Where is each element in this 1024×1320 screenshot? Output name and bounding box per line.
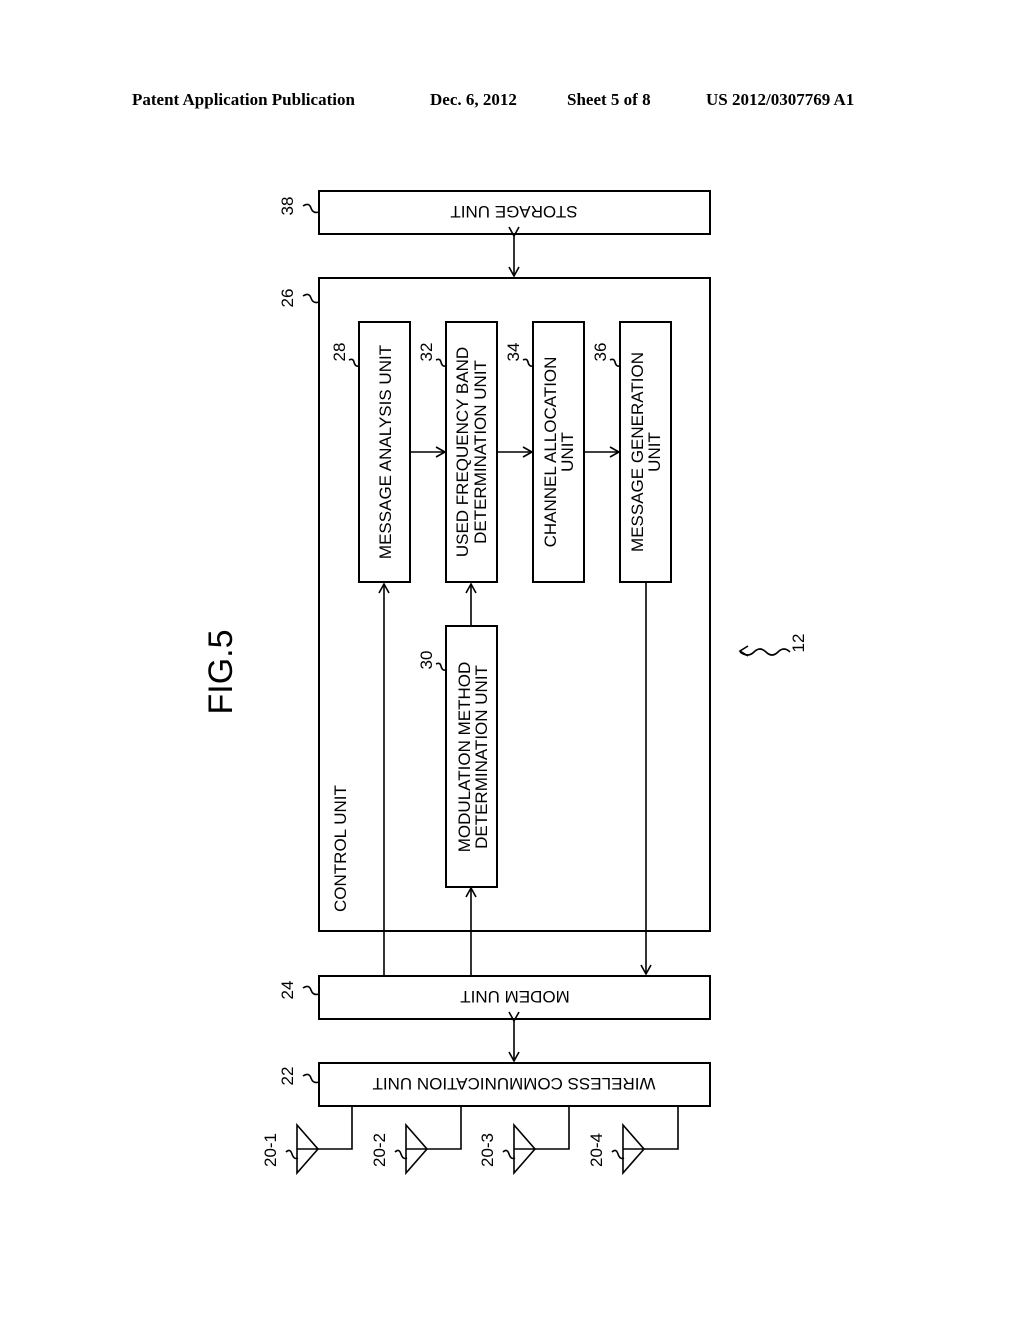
antenna-icon (296, 1122, 320, 1176)
modem-unit-block: MODEM UNIT (318, 975, 711, 1020)
storage-unit-label: STORAGE UNIT (450, 202, 577, 221)
modulation-method-label-line2: DETERMINATION UNIT (472, 665, 491, 849)
svg-text:20-4: 20-4 (587, 1133, 606, 1167)
svg-text:34: 34 (504, 343, 523, 362)
svg-text:12: 12 (789, 634, 808, 653)
svg-text:20-3: 20-3 (478, 1133, 497, 1167)
ref-38: 38 (278, 197, 320, 216)
antenna-icon (318, 1106, 353, 1150)
antenna-20-2: 20-2 (370, 1106, 462, 1176)
message-generation-label-line2: UNIT (645, 432, 664, 472)
storage-unit-block: STORAGE UNIT (318, 190, 711, 235)
channel-allocation-unit-block: CHANNEL ALLOCATION UNIT (532, 321, 585, 583)
antenna-20-4: 20-4 (587, 1106, 679, 1176)
antenna-20-3: 20-3 (478, 1106, 570, 1176)
message-analysis-unit-block: MESSAGE ANALYSIS UNIT (358, 321, 411, 583)
svg-text:20-2: 20-2 (370, 1133, 389, 1167)
used-frequency-band-determination-unit-block: USED FREQUENCY BAND DETERMINATION UNIT (445, 321, 498, 583)
used-frequency-band-label-line1: USED FREQUENCY BAND (453, 347, 472, 557)
antenna-20-1: 20-1 (261, 1106, 353, 1176)
svg-text:26: 26 (278, 289, 297, 308)
block-diagram: FIG.5 STORAGE UNIT 38 CONTROL UNIT 26 ME… (202, 190, 808, 1176)
svg-text:36: 36 (591, 343, 610, 362)
ref-24: 24 (278, 981, 320, 1000)
svg-text:38: 38 (278, 197, 297, 216)
antenna-icon (405, 1122, 429, 1176)
modem-unit-label: MODEM UNIT (460, 987, 570, 1006)
control-unit-label: CONTROL UNIT (331, 785, 350, 912)
svg-text:28: 28 (330, 343, 349, 362)
figure-title: FIG.5 (202, 629, 240, 714)
svg-text:22: 22 (278, 1067, 297, 1086)
antenna-icon (622, 1122, 646, 1176)
message-generation-unit-block: MESSAGE GENERATION UNIT (619, 321, 672, 583)
used-frequency-band-label-line2: DETERMINATION UNIT (471, 360, 490, 544)
ref-26: 26 (278, 289, 320, 308)
device-ref-12: 12 (738, 634, 808, 657)
antenna-icon (513, 1122, 537, 1176)
svg-text:30: 30 (417, 651, 436, 670)
svg-text:24: 24 (278, 981, 297, 1000)
wireless-communication-unit-block: WIRELESS COMMUNICATION UNIT (318, 1062, 711, 1107)
svg-text:20-1: 20-1 (261, 1133, 280, 1167)
ref-22: 22 (278, 1067, 320, 1086)
modulation-method-determination-unit-block: MODULATION METHOD DETERMINATION UNIT (445, 625, 498, 888)
channel-allocation-label-line2: UNIT (558, 432, 577, 472)
svg-text:32: 32 (417, 343, 436, 362)
wireless-communication-unit-label: WIRELESS COMMUNICATION UNIT (372, 1074, 655, 1093)
message-analysis-unit-label: MESSAGE ANALYSIS UNIT (376, 345, 395, 559)
